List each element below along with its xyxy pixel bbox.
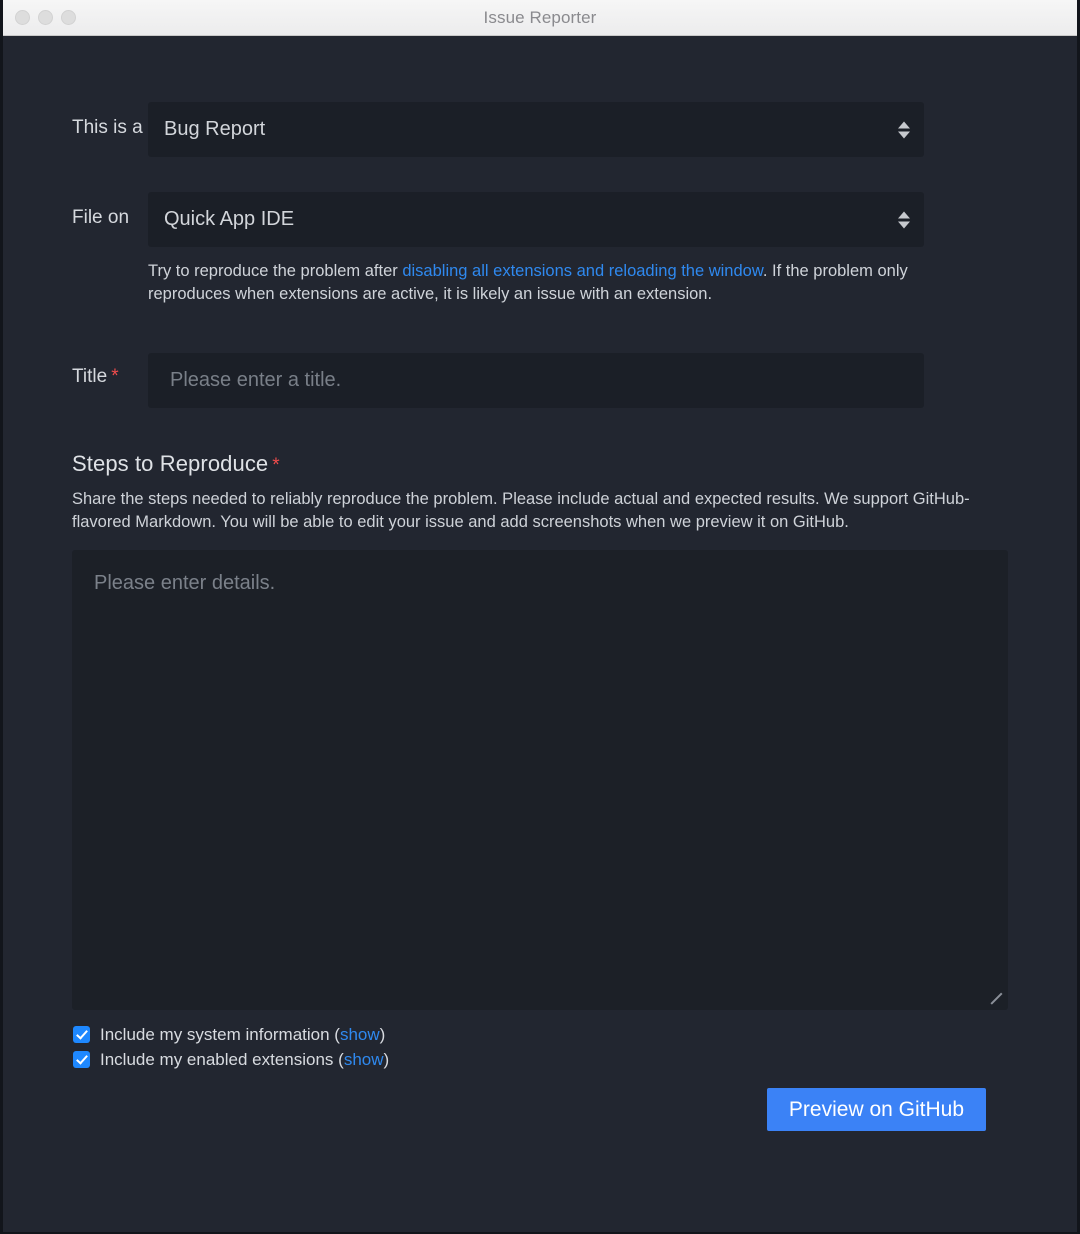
title-label-wrap: Title *	[3, 353, 148, 388]
file-on-label: File on	[72, 207, 130, 228]
include-options: Include my system information (show) Inc…	[3, 1022, 1077, 1072]
preview-on-github-button[interactable]: Preview on GitHub	[766, 1088, 986, 1131]
include-extensions-label: Include my enabled extensions (	[100, 1049, 344, 1069]
steps-description: Share the steps needed to reliably repro…	[72, 490, 970, 531]
title-field: Please enter a title.	[148, 353, 924, 408]
include-system-info-suffix: )	[379, 1024, 386, 1044]
file-on-value: Quick App IDE	[164, 208, 295, 230]
chevron-up-icon	[898, 121, 910, 128]
traffic-light-group	[15, 10, 76, 25]
steps-heading: Steps to Reproduce	[72, 451, 269, 476]
file-on-row: File on Quick App IDE Try to reproduce t…	[3, 192, 1077, 306]
chevron-updown-icon[interactable]	[898, 211, 910, 228]
minimize-button-icon[interactable]	[38, 10, 53, 25]
chevron-down-icon	[898, 221, 910, 228]
resize-handle-icon[interactable]	[990, 992, 1004, 1006]
file-on-select[interactable]: Quick App IDE	[148, 192, 924, 247]
issue-type-value: Bug Report	[164, 118, 266, 140]
form-footer: Preview on GitHub	[3, 1088, 1077, 1131]
window-titlebar: Issue Reporter	[3, 0, 1077, 36]
chevron-up-icon	[898, 211, 910, 218]
chevron-down-icon	[898, 131, 910, 138]
close-button-icon[interactable]	[15, 10, 30, 25]
include-system-info-row[interactable]: Include my system information (show)	[73, 1022, 1077, 1047]
issue-type-row: This is a Bug Report	[3, 102, 1077, 157]
include-extensions-row[interactable]: Include my enabled extensions (show)	[73, 1047, 1077, 1072]
helper-prefix: Try to reproduce the problem after	[148, 262, 403, 280]
title-input-placeholder: Please enter a title.	[170, 369, 342, 391]
title-label: Title	[72, 366, 108, 387]
steps-required-marker: *	[272, 455, 280, 476]
include-system-info-label: Include my system information (	[100, 1024, 340, 1044]
window-title: Issue Reporter	[483, 7, 597, 27]
steps-heading-wrap: Steps to Reproduce *	[72, 451, 1008, 477]
steps-textarea-placeholder: Please enter details.	[94, 572, 276, 594]
issue-reporter-window: Issue Reporter This is a Bug Report File…	[0, 0, 1080, 1234]
show-extensions-link[interactable]: show	[344, 1050, 384, 1070]
issue-type-select[interactable]: Bug Report	[148, 102, 924, 157]
maximize-button-icon[interactable]	[61, 10, 76, 25]
title-input[interactable]: Please enter a title.	[148, 353, 924, 408]
steps-section: Steps to Reproduce * Share the steps need…	[3, 451, 1077, 1010]
extension-helper-text: Try to reproduce the problem after disab…	[148, 260, 918, 306]
include-extensions-checkbox[interactable]	[73, 1051, 90, 1068]
title-required-marker: *	[111, 366, 119, 387]
title-row: Title * Please enter a title.	[3, 353, 1077, 408]
disable-extensions-link[interactable]: disabling all extensions and reloading t…	[402, 262, 763, 280]
show-system-info-link[interactable]: show	[340, 1025, 380, 1045]
steps-textarea[interactable]: Please enter details.	[72, 550, 1008, 1010]
chevron-updown-icon[interactable]	[898, 121, 910, 138]
include-extensions-suffix: )	[383, 1049, 390, 1069]
file-on-field: Quick App IDE Try to reproduce the probl…	[148, 192, 924, 306]
issue-type-label: This is a	[72, 117, 143, 138]
include-system-info-checkbox[interactable]	[73, 1026, 90, 1043]
issue-type-field: Bug Report	[148, 102, 924, 157]
issue-reporter-form: This is a Bug Report File on Quick App I…	[3, 36, 1077, 1232]
